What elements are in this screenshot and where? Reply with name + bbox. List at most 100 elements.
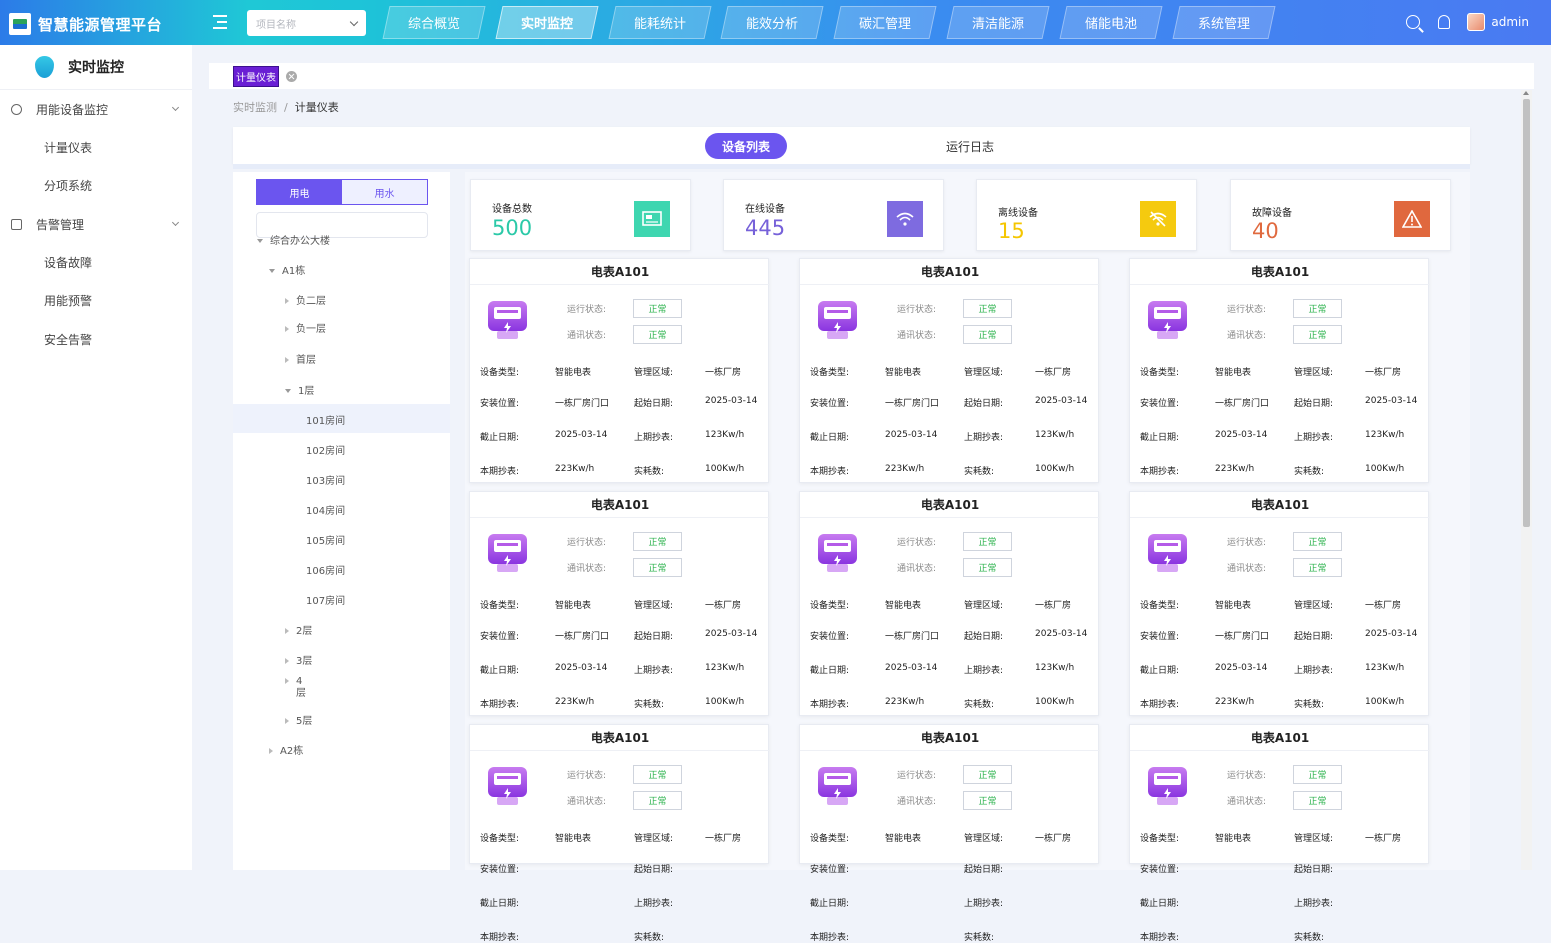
caret-right-icon[interactable]	[285, 357, 289, 363]
meter-card[interactable]: 电表A101 运行状态: 正常 通讯状态: 正常 设备类型: 智能电表 管理区域: 一栋厂房 安装…	[1129, 258, 1430, 483]
sidebar-item-0-0[interactable]: 计量仪表	[0, 128, 192, 167]
nav-tab-4[interactable]: 碳汇管理	[833, 6, 937, 39]
stat-card-2[interactable]: 离线设备 15	[976, 179, 1197, 251]
caret-right-icon[interactable]	[285, 678, 289, 684]
toggle-electric[interactable]: 用电	[257, 180, 342, 204]
meter-card[interactable]: 电表A101 运行状态: 正常 通讯状态: 正常 设备类型: 智能电表 管理区域: 一栋厂房 安装…	[799, 258, 1100, 483]
tag-meter[interactable]: 计量仪表	[233, 65, 279, 87]
sidebar-item-1-0[interactable]: 设备故障	[0, 243, 192, 282]
close-icon[interactable]	[286, 70, 297, 82]
scrollbar[interactable]	[1521, 90, 1532, 870]
tree-node[interactable]: 2层	[285, 622, 312, 637]
caret-down-icon[interactable]	[257, 239, 263, 243]
field-value: 2025-03-14	[1215, 663, 1268, 673]
tree-node[interactable]: 104房间	[306, 502, 345, 517]
nav-tab-6[interactable]: 储能电池	[1059, 6, 1163, 39]
device-tree: 用电 用水 综合办公大楼 A1栋负二层负一层首层 1层 101房间 102房间 103房间…	[233, 172, 450, 870]
warning-icon	[1394, 201, 1430, 237]
avatar[interactable]	[1467, 13, 1486, 31]
caret-right-icon[interactable]	[285, 298, 289, 304]
field-label: 管理区域:	[964, 601, 1004, 611]
tree-node-label: 102房间	[306, 446, 346, 457]
stat-card-1[interactable]: 在线设备 445	[723, 179, 944, 251]
toggle-water[interactable]: 用水	[342, 180, 427, 204]
stat-card-3[interactable]: 故障设备 40	[1230, 179, 1451, 251]
tree-node[interactable]: 102房间	[306, 442, 345, 457]
field-value: 100Kw/h	[705, 464, 745, 474]
tree-node[interactable]: 103房间	[306, 472, 345, 487]
field-value: 一栋厂房	[1365, 834, 1402, 844]
stat-card-0[interactable]: 设备总数 500	[470, 179, 691, 251]
run-status-badge: 正常	[633, 765, 682, 784]
meter-card[interactable]: 电表A101 运行状态: 正常 通讯状态: 正常 设备类型: 智能电表 管理区域: 一栋厂房 安装…	[469, 724, 770, 943]
tree-node[interactable]: 负二层	[285, 292, 326, 307]
field-value: 2025-03-14	[885, 430, 938, 440]
sidebar-group-0[interactable]: 用能设备监控	[0, 90, 192, 128]
nav-tab-3[interactable]: 能效分析	[720, 6, 824, 39]
tree-node[interactable]: A2栋	[269, 742, 303, 757]
field-value: 一栋厂房	[1365, 601, 1402, 611]
tree-node[interactable]: 负一层	[285, 320, 326, 335]
caret-right-icon[interactable]	[285, 658, 289, 664]
tree-node-label: 104房间	[306, 506, 346, 517]
tree-node[interactable]: 5层	[285, 712, 312, 727]
caret-right-icon[interactable]	[269, 748, 273, 754]
electric-meter-icon	[816, 764, 859, 807]
nav-tab-0[interactable]: 综合概览	[382, 6, 486, 39]
caret-down-icon[interactable]	[269, 269, 275, 273]
chevron-down-icon	[171, 103, 180, 112]
meter-card[interactable]: 电表A101 运行状态: 正常 通讯状态: 正常 设备类型: 智能电表 管理区域: 一栋厂房 安装…	[799, 491, 1100, 716]
caret-right-icon[interactable]	[285, 718, 289, 724]
caret-right-icon[interactable]	[285, 326, 289, 332]
menu-toggle-icon[interactable]	[213, 15, 229, 29]
meter-card[interactable]: 电表A101 运行状态: 正常 通讯状态: 正常 设备类型: 智能电表 管理区域: 一栋厂房 安装…	[1129, 724, 1430, 943]
comm-status-label: 通讯状态:	[897, 797, 937, 807]
tree-node[interactable]: 107房间	[306, 592, 345, 607]
user-name[interactable]: admin	[1491, 15, 1529, 29]
field-value: 223Kw/h	[885, 464, 925, 474]
nav-tab-2[interactable]: 能耗统计	[608, 6, 712, 39]
tree-node[interactable]: 4层	[285, 676, 306, 700]
sidebar-item-1-1[interactable]: 用能预警	[0, 282, 192, 321]
field-label: 截止日期:	[480, 899, 520, 909]
run-status-badge: 正常	[1293, 532, 1342, 551]
tree-node[interactable]: 105房间	[306, 532, 345, 547]
comm-status-badge: 正常	[1293, 791, 1342, 810]
nav-tab-5[interactable]: 清洁能源	[946, 6, 1050, 39]
field-label: 设备类型:	[1140, 834, 1180, 844]
tree-node[interactable]: 首层	[285, 351, 316, 366]
tree-node[interactable]: 3层	[285, 652, 312, 667]
sidebar-item-1-2[interactable]: 安全告警	[0, 320, 192, 359]
tree-node-label: 负二层	[296, 296, 326, 307]
tree-node[interactable]: 101房间	[306, 412, 345, 427]
field-label: 上期抄表:	[964, 433, 1004, 443]
caret-right-icon[interactable]	[285, 628, 289, 634]
run-status-badge: 正常	[633, 299, 682, 318]
field-label: 设备类型:	[810, 601, 850, 611]
project-select[interactable]: 项目名称	[247, 10, 366, 36]
breadcrumb-parent[interactable]: 实时监测	[233, 101, 277, 114]
caret-down-icon[interactable]	[285, 389, 291, 393]
tab-run-log[interactable]: 运行日志	[946, 138, 994, 155]
field-value: 智能电表	[885, 368, 922, 378]
meter-card[interactable]: 电表A101 运行状态: 正常 通讯状态: 正常 设备类型: 智能电表 管理区域: 一栋厂房 安装…	[1129, 491, 1430, 716]
tree-node[interactable]: A1栋	[269, 262, 305, 277]
tree-node[interactable]: 1层	[285, 382, 314, 397]
tree-node[interactable]: 106房间	[306, 562, 345, 577]
wifi-icon	[887, 201, 923, 237]
search-icon[interactable]	[1406, 15, 1421, 29]
device-area: 设备总数 500 在线设备 445 离线设备 15 故障设备 40 电表A101 运行状态: 正常通…	[465, 172, 1470, 943]
meter-card[interactable]: 电表A101 运行状态: 正常 通讯状态: 正常 设备类型: 智能电表 管理区域: 一栋厂房 安装…	[469, 258, 770, 483]
bell-icon[interactable]	[1438, 15, 1451, 29]
tab-device-list[interactable]: 设备列表	[705, 133, 787, 159]
tree-node[interactable]: 综合办公大楼	[257, 232, 330, 247]
field-label: 上期抄表:	[634, 899, 674, 909]
sidebar-group-1[interactable]: 告警管理	[0, 205, 192, 243]
sidebar-item-0-1[interactable]: 分项系统	[0, 167, 192, 206]
comm-status-label: 通讯状态:	[567, 331, 607, 341]
nav-tab-7[interactable]: 系统管理	[1172, 6, 1276, 39]
meter-card[interactable]: 电表A101 运行状态: 正常 通讯状态: 正常 设备类型: 智能电表 管理区域: 一栋厂房 安装…	[799, 724, 1100, 943]
stat-label: 设备总数	[492, 204, 532, 215]
meter-card[interactable]: 电表A101 运行状态: 正常 通讯状态: 正常 设备类型: 智能电表 管理区域: 一栋厂房 安装…	[469, 491, 770, 716]
nav-tab-1[interactable]: 实时监控	[495, 6, 599, 39]
